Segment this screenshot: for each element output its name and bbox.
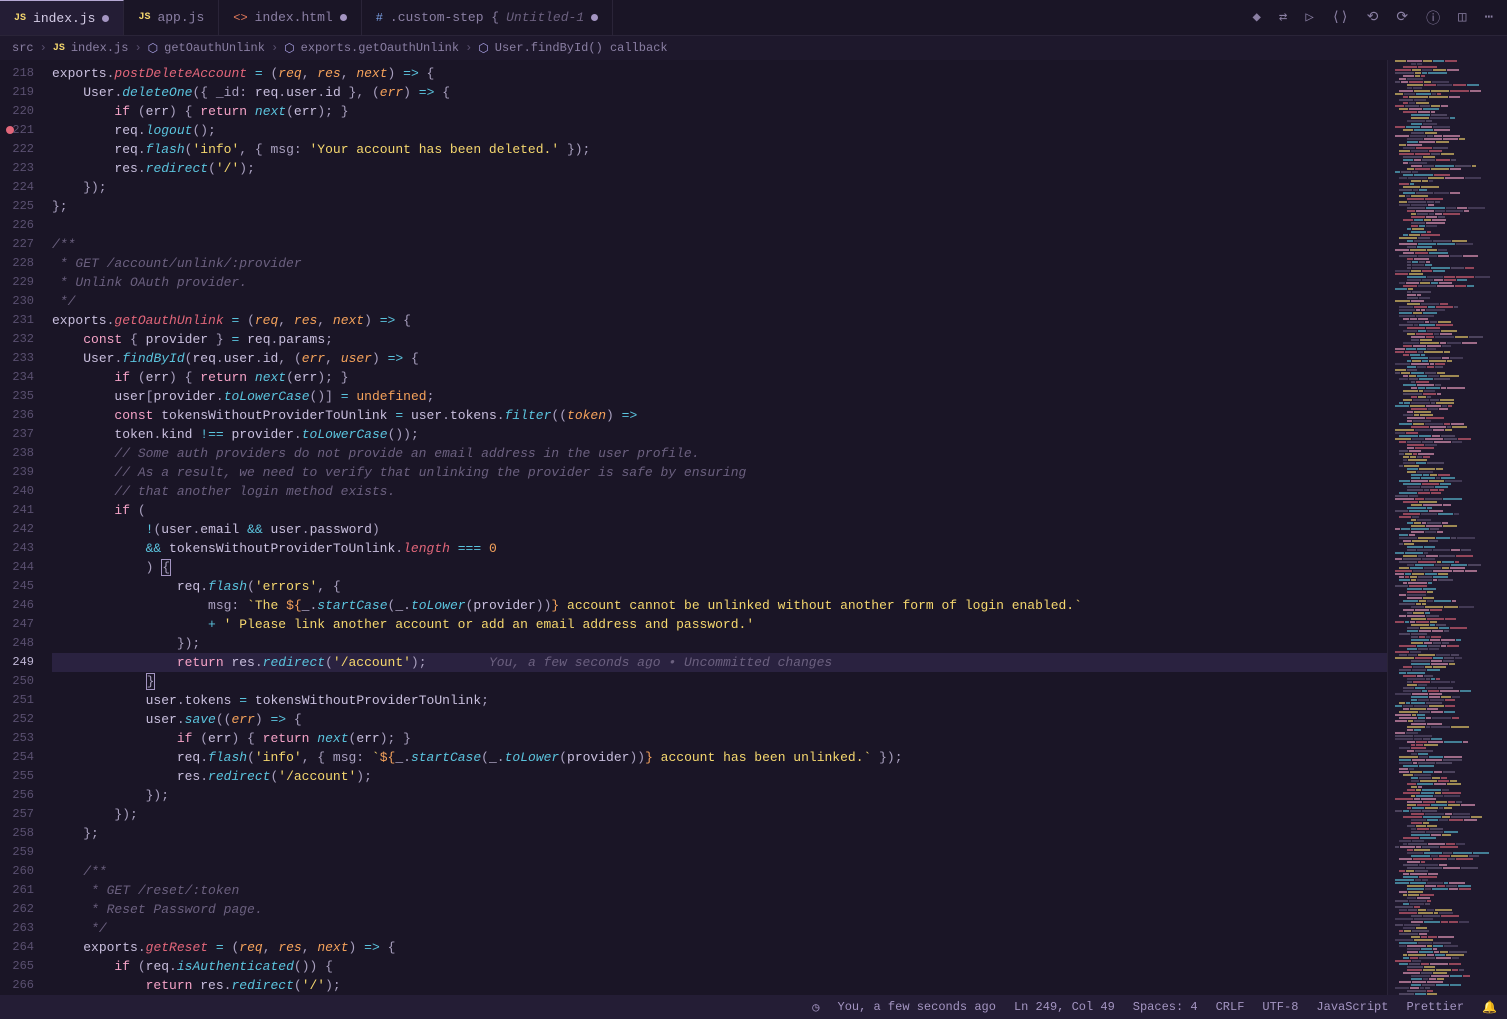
code-icon[interactable]: ⟨⟩ xyxy=(1332,9,1349,26)
symbol-method-icon: ⬡ xyxy=(284,41,294,56)
commit-prev-icon[interactable]: ⟲ xyxy=(1367,9,1379,26)
info-icon[interactable]: ⓘ xyxy=(1426,8,1440,28)
chevron-right-icon: › xyxy=(134,41,141,55)
tab-app-js[interactable]: JS app.js xyxy=(124,0,219,35)
tab-index-js[interactable]: JS index.js xyxy=(0,0,124,35)
breadcrumb[interactable]: src › JS index.js › ⬡ getOauthUnlink › ⬡… xyxy=(0,36,1507,60)
chevron-right-icon: › xyxy=(40,41,47,55)
status-formatter[interactable]: Prettier xyxy=(1406,1000,1464,1014)
status-cursor[interactable]: Ln 249, Col 49 xyxy=(1014,1000,1115,1014)
breadcrumb-part[interactable]: src xyxy=(12,41,34,55)
tab-label: index.html xyxy=(255,10,333,25)
bell-icon[interactable]: 🔔 xyxy=(1482,1000,1497,1015)
status-encoding[interactable]: UTF-8 xyxy=(1262,1000,1298,1014)
status-language[interactable]: JavaScript xyxy=(1316,1000,1388,1014)
breadcrumb-part[interactable]: getOauthUnlink xyxy=(164,41,265,55)
compare-icon[interactable]: ⇄ xyxy=(1279,9,1287,26)
status-spaces[interactable]: Spaces: 4 xyxy=(1133,1000,1198,1014)
dirty-indicator-icon xyxy=(102,15,109,22)
dirty-indicator-icon xyxy=(340,14,347,21)
js-file-icon: JS xyxy=(53,43,65,54)
dirty-indicator-icon xyxy=(591,14,598,21)
tab-bar: JS index.js JS app.js <> index.html # .c… xyxy=(0,0,1507,36)
chevron-right-icon: › xyxy=(465,41,472,55)
tab-index-html[interactable]: <> index.html xyxy=(219,0,361,35)
run-icon[interactable]: ▷ xyxy=(1305,9,1313,26)
status-eol[interactable]: CRLF xyxy=(1216,1000,1245,1014)
diamond-icon[interactable]: ◆ xyxy=(1252,9,1260,26)
js-file-icon: JS xyxy=(14,13,26,24)
tab-label: index.js xyxy=(33,11,95,26)
tab-sublabel: Untitled-1 xyxy=(506,10,584,25)
tab-untitled-css[interactable]: # .custom-step { Untitled-1 xyxy=(362,0,613,35)
minimap[interactable] xyxy=(1387,60,1507,995)
editor-actions: ◆ ⇄ ▷ ⟨⟩ ⟲ ⟳ ⓘ ◫ ⋯ xyxy=(1252,0,1507,35)
symbol-method-icon: ⬡ xyxy=(148,41,158,56)
code-editor[interactable]: exports.postDeleteAccount = (req, res, n… xyxy=(52,60,1387,995)
status-blame[interactable]: You, a few seconds ago xyxy=(838,1000,996,1014)
status-bar: ◷ You, a few seconds ago Ln 249, Col 49 … xyxy=(0,995,1507,1019)
tab-label: app.js xyxy=(157,10,204,25)
split-editor-icon[interactable]: ◫ xyxy=(1458,9,1466,26)
clock-icon: ◷ xyxy=(812,1000,819,1015)
chevron-right-icon: › xyxy=(271,41,278,55)
line-number-gutter[interactable]: 2182192202212222232242252262272282292302… xyxy=(0,60,52,995)
tab-label: .custom-step { xyxy=(390,10,499,25)
commit-next-icon[interactable]: ⟳ xyxy=(1396,9,1408,26)
editor-area: 2182192202212222232242252262272282292302… xyxy=(0,60,1507,995)
more-icon[interactable]: ⋯ xyxy=(1485,9,1493,26)
symbol-method-icon: ⬡ xyxy=(478,41,488,56)
css-file-icon: # xyxy=(376,11,383,25)
breadcrumb-part[interactable]: User.findById() callback xyxy=(495,41,668,55)
js-file-icon: JS xyxy=(138,12,150,23)
breadcrumb-part[interactable]: exports.getOauthUnlink xyxy=(301,41,459,55)
breadcrumb-part[interactable]: index.js xyxy=(71,41,129,55)
html-file-icon: <> xyxy=(233,11,247,25)
